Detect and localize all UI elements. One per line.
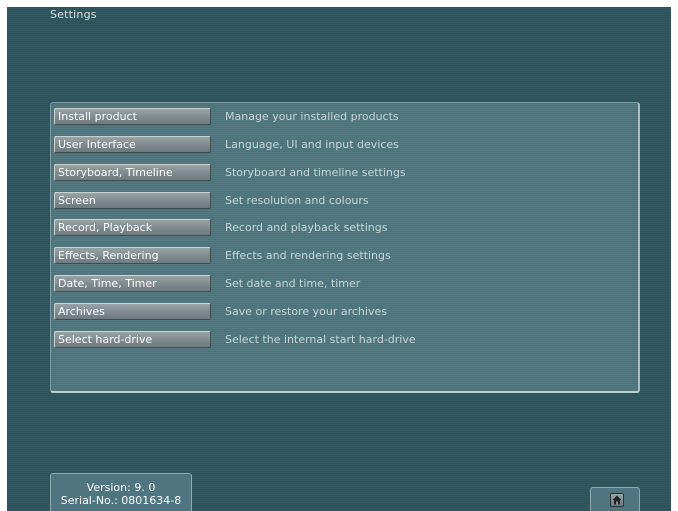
home-icon [610, 493, 624, 507]
menu-row-screen: Screen Set resolution and colours [54, 192, 634, 209]
record-playback-button[interactable]: Record, Playback [54, 219, 211, 236]
page-title: Settings [50, 8, 97, 21]
effects-rendering-button[interactable]: Effects, Rendering [54, 247, 211, 264]
version-info-box: Version: 9. 0 Serial-No.: 0801634-8 [50, 473, 192, 511]
effects-rendering-description: Effects and rendering settings [225, 249, 391, 262]
settings-menu-panel: Install product Manage your installed pr… [50, 102, 640, 393]
menu-row-archives: Archives Save or restore your archives [54, 303, 634, 320]
install-product-description: Manage your installed products [225, 110, 399, 123]
archives-description: Save or restore your archives [225, 305, 387, 318]
menu-row-effects-rendering: Effects, Rendering Effects and rendering… [54, 247, 634, 264]
screen-button[interactable]: Screen [54, 192, 211, 209]
user-interface-button[interactable]: User Interface [54, 136, 211, 153]
menu-row-install-product: Install product Manage your installed pr… [54, 108, 634, 125]
home-button[interactable] [590, 487, 640, 511]
menu-row-select-hard-drive: Select hard-drive Select the internal st… [54, 331, 634, 348]
record-playback-description: Record and playback settings [225, 221, 388, 234]
archives-button[interactable]: Archives [54, 303, 211, 320]
menu-row-storyboard-timeline: Storyboard, Timeline Storyboard and time… [54, 164, 634, 181]
settings-screen: Settings Install product Manage your ins… [7, 7, 671, 511]
menu-row-record-playback: Record, Playback Record and playback set… [54, 219, 634, 236]
date-time-timer-button[interactable]: Date, Time, Timer [54, 275, 211, 292]
install-product-button[interactable]: Install product [54, 108, 211, 125]
storyboard-timeline-button[interactable]: Storyboard, Timeline [54, 164, 211, 181]
select-hard-drive-button[interactable]: Select hard-drive [54, 331, 211, 348]
user-interface-description: Language, UI and input devices [225, 138, 399, 151]
storyboard-timeline-description: Storyboard and timeline settings [225, 166, 406, 179]
date-time-timer-description: Set date and time, timer [225, 277, 361, 290]
version-text: Version: 9. 0 [86, 481, 156, 494]
menu-row-user-interface: User Interface Language, UI and input de… [54, 136, 634, 153]
screen-description: Set resolution and colours [225, 194, 369, 207]
select-hard-drive-description: Select the internal start hard-drive [225, 333, 416, 346]
menu-row-date-time-timer: Date, Time, Timer Set date and time, tim… [54, 275, 634, 292]
serial-number-text: Serial-No.: 0801634-8 [60, 494, 182, 507]
